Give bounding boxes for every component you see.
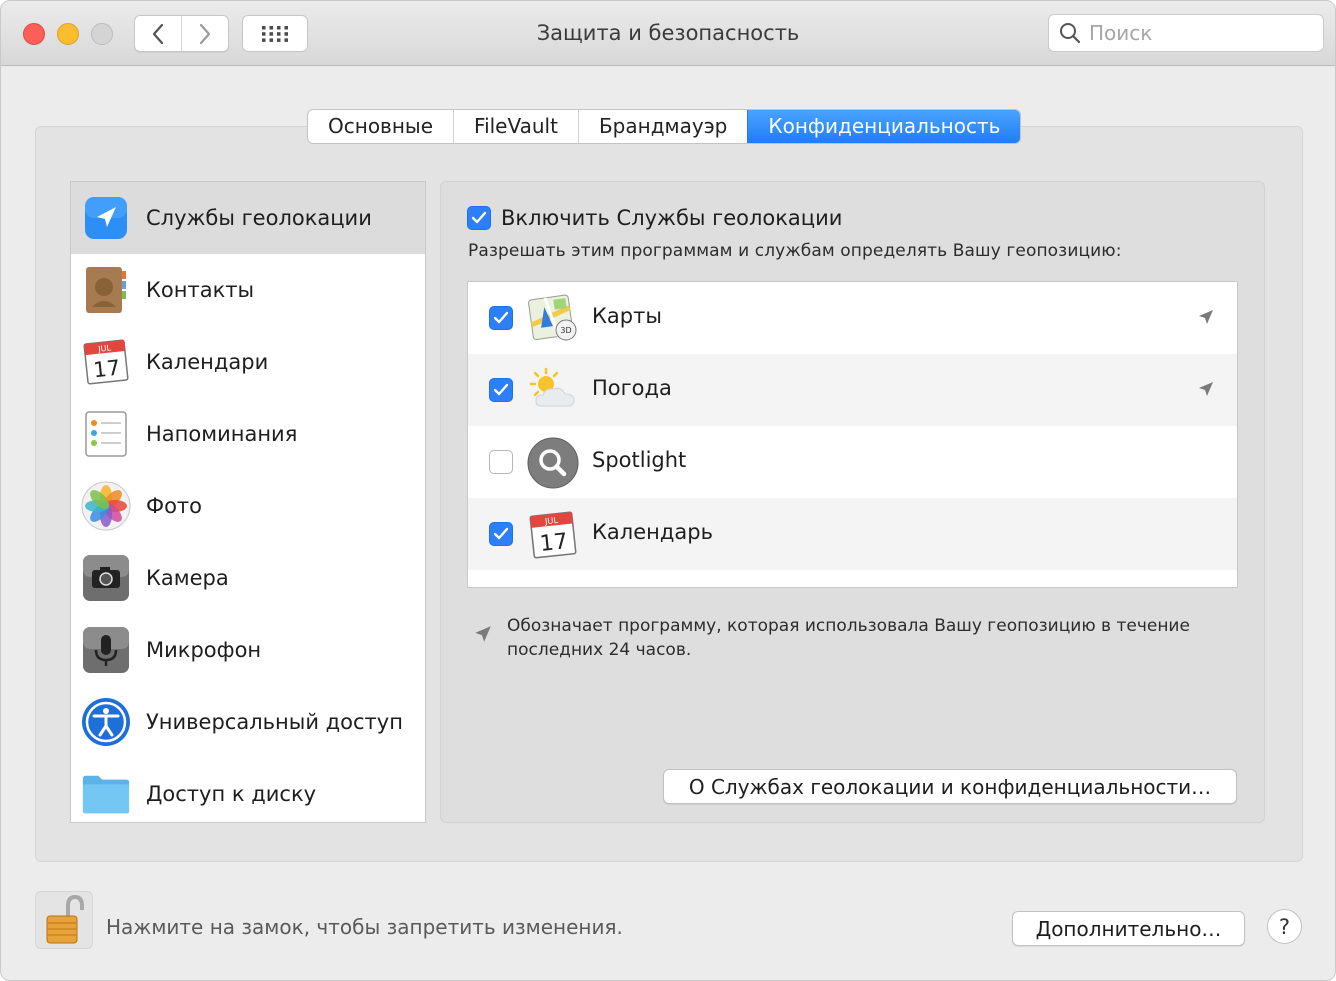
microphone-icon (81, 625, 131, 675)
checkmark-icon (471, 211, 487, 224)
lock-button[interactable] (35, 891, 93, 949)
calendar-icon: JUL 17 (526, 508, 580, 562)
forward-button[interactable] (181, 16, 228, 51)
minimize-window-button[interactable] (57, 23, 79, 45)
checkmark-icon (493, 311, 509, 324)
sidebar-item-disk-access[interactable]: Доступ к диску (71, 758, 425, 822)
sidebar-item-camera[interactable]: Камера (71, 542, 425, 614)
reminders-icon (81, 409, 131, 459)
camera-icon (81, 553, 131, 603)
calendar-day: 17 (92, 356, 121, 383)
photos-icon (81, 481, 131, 531)
maps-icon: 3D (526, 292, 580, 346)
recent-location-arrow-icon (1197, 380, 1215, 402)
legend-text: Обозначает программу, которая использова… (507, 616, 1190, 660)
accessibility-icon (81, 697, 131, 747)
app-name: Календарь (592, 520, 713, 544)
app-row-weather[interactable]: Погода (468, 354, 1237, 426)
privacy-category-list: Службы геолокации Контакты JUL 17 Календа… (70, 181, 426, 823)
chevron-left-icon (152, 23, 164, 44)
sidebar-item-photos[interactable]: Фото (71, 470, 425, 542)
tab-bar: Основные FileVault Брандмауэр Конфиденци… (307, 109, 1022, 144)
checkmark-icon (493, 383, 509, 396)
sidebar-item-calendars[interactable]: JUL 17 Календари (71, 326, 425, 398)
spotlight-icon (526, 436, 580, 490)
enable-location-services-checkbox[interactable]: Включить Службы геолокации (467, 206, 842, 230)
sidebar-item-accessibility[interactable]: Универсальный доступ (71, 686, 425, 758)
zoom-window-button[interactable] (91, 23, 113, 45)
recent-location-arrow-icon (1197, 308, 1215, 330)
app-checkbox[interactable] (489, 306, 513, 330)
sidebar-item-location-services[interactable]: Службы геолокации (71, 182, 425, 254)
enable-location-label: Включить Службы геолокации (501, 206, 843, 230)
sidebar-item-label: Службы геолокации (146, 206, 372, 230)
search-input[interactable] (1089, 21, 1309, 45)
app-name: Погода (592, 376, 672, 400)
sidebar-item-label: Доступ к диску (146, 782, 317, 806)
app-row-calendar[interactable]: JUL 17 Календарь (468, 498, 1237, 570)
unlocked-padlock-icon (46, 894, 84, 944)
app-row-spotlight[interactable]: Spotlight (468, 426, 1237, 498)
tab-general[interactable]: Основные (308, 110, 453, 143)
grid-icon (262, 25, 288, 42)
title-bar: Защита и безопасность (1, 1, 1335, 66)
folder-icon (81, 769, 131, 819)
contacts-icon (81, 265, 131, 315)
about-location-privacy-button[interactable]: О Службах геолокации и конфиденциальност… (663, 769, 1237, 804)
allow-description: Разрешать этим программам и службам опре… (468, 241, 1122, 261)
close-window-button[interactable] (23, 23, 45, 45)
sidebar-item-reminders[interactable]: Напоминания (71, 398, 425, 470)
sidebar-item-label: Камера (146, 566, 229, 590)
recent-location-arrow-icon (473, 624, 493, 662)
advanced-button[interactable]: Дополнительно… (1012, 911, 1245, 946)
tab-privacy[interactable]: Конфиденциальность (747, 110, 1021, 143)
calendar-day: 17 (539, 529, 569, 557)
navigation-buttons (134, 15, 229, 52)
back-button[interactable] (135, 16, 181, 51)
help-button[interactable]: ? (1267, 909, 1302, 944)
sidebar-item-contacts[interactable]: Контакты (71, 254, 425, 326)
app-checkbox[interactable] (489, 522, 513, 546)
weather-icon (526, 364, 580, 418)
app-checkbox[interactable] (489, 450, 513, 474)
location-app-list: 3D Карты Погода Spotlight JUL 17 Календа… (467, 281, 1238, 588)
tab-firewall[interactable]: Брандмауэр (577, 110, 747, 143)
app-row-maps[interactable]: 3D Карты (468, 282, 1237, 354)
sidebar-item-label: Фото (146, 494, 203, 518)
sidebar-item-label: Календари (146, 350, 269, 374)
preferences-window: Защита и безопасность Основные FileVault… (0, 0, 1336, 981)
calendar-month: JUL (543, 515, 559, 526)
sidebar-item-microphone[interactable]: Микрофон (71, 614, 425, 686)
checkmark-icon (493, 527, 509, 540)
sidebar-item-label: Универсальный доступ (146, 710, 403, 734)
location-icon (81, 193, 131, 243)
chevron-right-icon (199, 23, 211, 44)
show-all-button[interactable] (242, 15, 308, 52)
svg-text:3D: 3D (560, 326, 571, 335)
calendar-month: JUL (97, 343, 112, 353)
search-icon (1059, 22, 1081, 44)
app-name: Карты (592, 304, 662, 328)
checkbox-checked[interactable] (467, 206, 491, 230)
search-field[interactable] (1048, 14, 1324, 52)
app-name: Spotlight (592, 448, 687, 472)
sidebar-item-label: Микрофон (146, 638, 262, 662)
tab-filevault[interactable]: FileVault (453, 110, 578, 143)
calendar-icon: JUL 17 (81, 337, 131, 387)
sidebar-item-label: Напоминания (146, 422, 298, 446)
recent-usage-legend: Обозначает программу, которая использова… (473, 614, 1233, 662)
lock-description: Нажмите на замок, чтобы запретить измене… (106, 915, 623, 939)
app-checkbox[interactable] (489, 378, 513, 402)
sidebar-item-label: Контакты (146, 278, 255, 302)
